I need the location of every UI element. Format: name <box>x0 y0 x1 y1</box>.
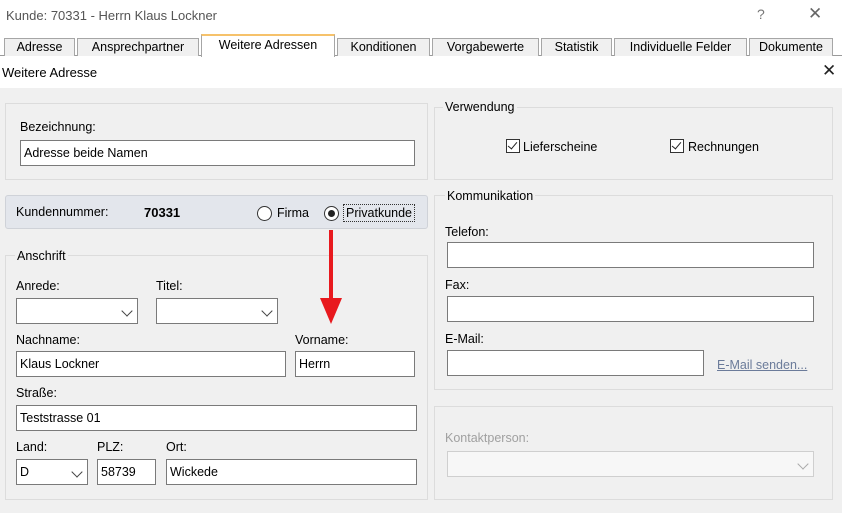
ort-input[interactable]: Wickede <box>166 459 417 485</box>
chevron-down-icon <box>121 305 133 317</box>
strasse-label: Straße: <box>16 386 57 400</box>
tab-strip: Adresse Ansprechpartner Weitere Adressen… <box>0 32 842 57</box>
titel-label: Titel: <box>156 279 183 293</box>
tab-adresse[interactable]: Adresse <box>4 38 75 56</box>
radio-selected-dot <box>328 210 335 217</box>
nachname-input[interactable]: Klaus Lockner <box>16 351 286 377</box>
verwendung-legend: Verwendung <box>443 100 517 114</box>
land-select[interactable]: D <box>16 459 88 485</box>
plz-label: PLZ: <box>97 440 124 454</box>
tab-individuelle-felder[interactable]: Individuelle Felder <box>614 38 747 56</box>
window-title: Kunde: 70331 - Herrn Klaus Lockner <box>6 8 218 23</box>
anrede-select[interactable] <box>16 298 138 324</box>
tab-weitere-adressen[interactable]: Weitere Adressen <box>201 34 335 57</box>
window-close-icon[interactable]: ✕ <box>808 4 822 24</box>
annotation-arrow-head <box>320 298 342 324</box>
nachname-label: Nachname: <box>16 333 80 347</box>
rechnungen-checkbox[interactable] <box>670 139 684 153</box>
email-label: E-Mail: <box>445 332 484 346</box>
privatkunde-radio[interactable] <box>324 206 339 221</box>
tab-statistik[interactable]: Statistik <box>541 38 612 56</box>
tab-dokumente[interactable]: Dokumente <box>749 38 833 56</box>
chevron-down-icon <box>797 458 809 470</box>
verwendung-group <box>434 107 833 180</box>
checkmark-icon <box>507 139 518 150</box>
anrede-label: Anrede: <box>16 279 60 293</box>
plz-input[interactable]: 58739 <box>97 459 156 485</box>
email-input[interactable] <box>447 350 704 376</box>
kundennummer-value: 70331 <box>144 205 181 220</box>
bezeichnung-input[interactable]: Adresse beide Namen <box>20 140 415 166</box>
tab-ansprechpartner[interactable]: Ansprechpartner <box>77 38 199 56</box>
checkmark-icon <box>671 139 682 150</box>
vorname-input[interactable]: Herrn <box>295 351 415 377</box>
window-titlebar: Kunde: 70331 - Herrn Klaus Lockner ? ✕ <box>0 0 842 32</box>
dialog-titlebar: Weitere Adresse ✕ <box>0 56 842 88</box>
help-icon[interactable]: ? <box>757 6 765 22</box>
anschrift-legend: Anschrift <box>15 249 68 263</box>
email-send-link[interactable]: E-Mail senden... <box>717 358 807 372</box>
kontaktperson-label: Kontaktperson: <box>445 431 530 445</box>
tab-vorgabewerte[interactable]: Vorgabewerte <box>432 38 539 56</box>
ort-label: Ort: <box>166 440 187 454</box>
kundennummer-label: Kundennummer: <box>16 205 109 219</box>
chevron-down-icon <box>261 305 273 317</box>
firma-radio-label[interactable]: Firma <box>277 206 309 220</box>
privatkunde-radio-label[interactable]: Privatkunde <box>343 204 416 222</box>
dialog-body: Bezeichnung: Adresse beide Namen Kundenn… <box>0 88 842 513</box>
dialog-title: Weitere Adresse <box>2 65 98 80</box>
rechnungen-label[interactable]: Rechnungen <box>688 140 759 154</box>
fax-input[interactable] <box>447 296 814 322</box>
land-label: Land: <box>16 440 48 454</box>
titel-select[interactable] <box>156 298 278 324</box>
kontaktperson-select[interactable] <box>447 451 814 477</box>
vorname-label: Vorname: <box>295 333 349 347</box>
dialog-close-icon[interactable]: ✕ <box>822 61 836 81</box>
annotation-arrow-shaft <box>329 230 333 302</box>
land-value: D <box>20 465 30 479</box>
chevron-down-icon <box>71 466 83 478</box>
lieferscheine-checkbox[interactable] <box>506 139 520 153</box>
bezeichnung-label: Bezeichnung: <box>20 120 96 134</box>
tab-konditionen[interactable]: Konditionen <box>337 38 430 56</box>
fax-label: Fax: <box>445 278 470 292</box>
lieferscheine-label[interactable]: Lieferscheine <box>523 140 597 154</box>
firma-radio[interactable] <box>257 206 272 221</box>
telefon-input[interactable] <box>447 242 814 268</box>
telefon-label: Telefon: <box>445 225 489 239</box>
kommunikation-legend: Kommunikation <box>445 189 536 203</box>
strasse-input[interactable]: Teststrasse 01 <box>16 405 417 431</box>
